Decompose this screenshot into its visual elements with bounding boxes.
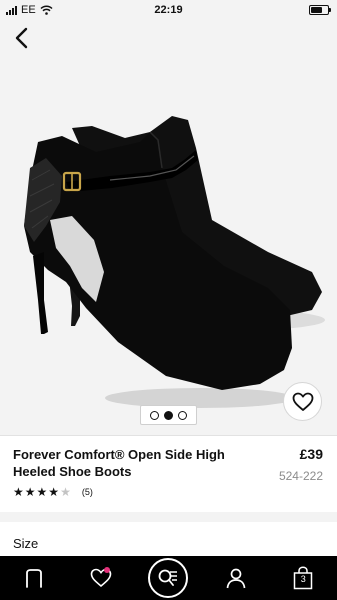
star-rating[interactable]: ★ ★ ★ ★ ★ (5): [13, 486, 93, 498]
product-price: £39: [299, 446, 323, 462]
size-label: Size: [13, 536, 39, 551]
account-icon: [226, 568, 246, 589]
pager-dot[interactable]: [149, 410, 159, 420]
product-code: 524-222: [278, 469, 323, 483]
tab-bag[interactable]: 3: [281, 556, 325, 600]
status-bar: EE 22:19: [0, 0, 337, 20]
battery-icon: [309, 5, 331, 15]
heart-icon: [292, 392, 313, 411]
tab-account[interactable]: [214, 556, 258, 600]
star-icon: ★: [36, 485, 48, 499]
product-info: Forever Comfort® Open Side High Heeled S…: [0, 435, 337, 512]
back-button[interactable]: [10, 26, 34, 50]
star-icon: ★: [48, 485, 60, 499]
star-empty-icon: ★: [60, 485, 71, 499]
pager-dot-active[interactable]: [163, 410, 173, 420]
pager-dot[interactable]: [178, 410, 188, 420]
product-image: [24, 116, 325, 408]
gallery-pager: [140, 405, 197, 425]
star-icon: ★: [13, 485, 24, 499]
product-image-gallery[interactable]: [0, 20, 337, 435]
star-icon: ★: [24, 485, 36, 499]
bag-count: 3: [300, 574, 306, 584]
add-to-wishlist-button[interactable]: [283, 382, 322, 421]
status-time: 22:19: [154, 4, 183, 16]
search-tab-ring: [148, 558, 189, 598]
back-icon: [15, 27, 28, 49]
home-icon: [25, 569, 42, 588]
product-title: Forever Comfort® Open Side High Heeled S…: [13, 447, 225, 479]
bottom-tab-bar: 3: [0, 556, 337, 600]
tab-search[interactable]: [146, 556, 190, 600]
review-count: (5): [81, 487, 93, 497]
search-icon: [159, 569, 178, 586]
tab-home[interactable]: [12, 556, 56, 600]
tab-wishlist[interactable]: [79, 556, 123, 600]
